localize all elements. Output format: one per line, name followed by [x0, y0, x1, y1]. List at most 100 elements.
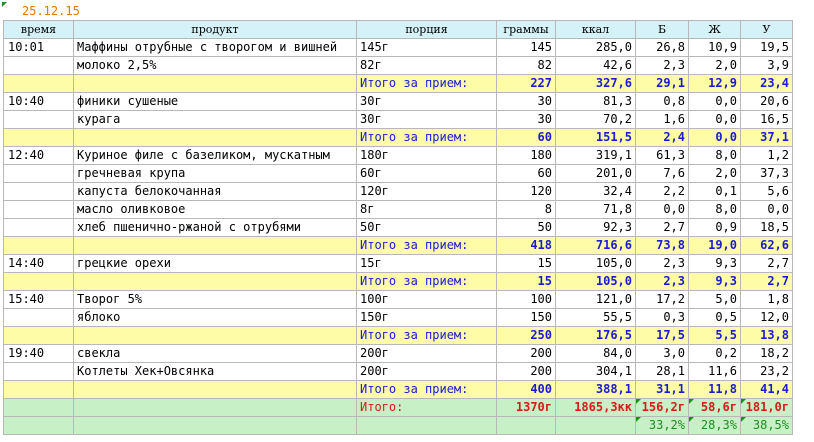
carbs[interactable]: 2,7	[740, 254, 793, 273]
subtotal-fat[interactable]: 0,0	[688, 128, 741, 147]
product-name[interactable]: свекла	[73, 344, 357, 363]
grams[interactable]: 50	[496, 218, 556, 237]
meal-time[interactable]	[3, 56, 74, 75]
subtotal-protein[interactable]: 29,1	[635, 74, 689, 93]
fat[interactable]: 2,0	[688, 164, 741, 183]
grams[interactable]: 15	[496, 254, 556, 273]
product-name[interactable]: гречневая крупа	[73, 164, 357, 183]
cell[interactable]	[73, 398, 357, 417]
grams[interactable]: 100	[496, 290, 556, 309]
carbs[interactable]: 19,5	[740, 38, 793, 57]
protein[interactable]: 0,0	[635, 200, 689, 219]
grams[interactable]: 200	[496, 344, 556, 363]
subtotal-carbs[interactable]: 2,7	[740, 272, 793, 291]
kcal[interactable]: 121,0	[555, 290, 636, 309]
portion[interactable]: 100г	[356, 290, 497, 309]
fat[interactable]: 10,9	[688, 38, 741, 57]
subtotal-label[interactable]: Итого за прием:	[356, 326, 497, 345]
fat[interactable]: 11,6	[688, 362, 741, 381]
meal-time[interactable]	[3, 164, 74, 183]
meal-time[interactable]	[3, 218, 74, 237]
carbs[interactable]: 3,9	[740, 56, 793, 75]
percent-carbs[interactable]: 38,5%	[740, 416, 793, 435]
grams[interactable]: 8	[496, 200, 556, 219]
cell[interactable]	[555, 416, 636, 435]
cell[interactable]	[73, 380, 357, 399]
protein[interactable]: 2,3	[635, 56, 689, 75]
portion[interactable]: 200г	[356, 344, 497, 363]
portion[interactable]: 180г	[356, 146, 497, 165]
carbs[interactable]: 1,2	[740, 146, 793, 165]
meal-time[interactable]	[3, 308, 74, 327]
fat[interactable]: 2,0	[688, 56, 741, 75]
header-portion[interactable]: порция	[356, 20, 497, 39]
carbs[interactable]: 5,6	[740, 182, 793, 201]
subtotal-protein[interactable]: 31,1	[635, 380, 689, 399]
header-time[interactable]: время	[3, 20, 74, 39]
product-name[interactable]: Творог 5%	[73, 290, 357, 309]
cell[interactable]	[73, 74, 357, 93]
subtotal-kcal[interactable]: 176,5	[555, 326, 636, 345]
cell[interactable]	[3, 398, 74, 417]
protein[interactable]: 2,3	[635, 254, 689, 273]
protein[interactable]: 61,3	[635, 146, 689, 165]
grams[interactable]: 145	[496, 38, 556, 57]
kcal[interactable]: 201,0	[555, 164, 636, 183]
fat[interactable]: 5,0	[688, 290, 741, 309]
subtotal-fat[interactable]: 11,8	[688, 380, 741, 399]
subtotal-grams[interactable]: 250	[496, 326, 556, 345]
portion[interactable]: 145г	[356, 38, 497, 57]
portion[interactable]: 30г	[356, 92, 497, 111]
subtotal-kcal[interactable]: 388,1	[555, 380, 636, 399]
meal-time[interactable]	[3, 182, 74, 201]
portion[interactable]: 50г	[356, 218, 497, 237]
subtotal-carbs[interactable]: 62,6	[740, 236, 793, 255]
cell[interactable]	[356, 416, 497, 435]
cell[interactable]	[3, 326, 74, 345]
product-name[interactable]: капуста белокочанная	[73, 182, 357, 201]
cell[interactable]	[3, 272, 74, 291]
carbs[interactable]: 12,0	[740, 308, 793, 327]
carbs[interactable]: 18,2	[740, 344, 793, 363]
portion[interactable]: 120г	[356, 182, 497, 201]
grand-total-grams[interactable]: 1370г	[496, 398, 556, 417]
subtotal-protein[interactable]: 2,3	[635, 272, 689, 291]
cell[interactable]	[73, 272, 357, 291]
product-name[interactable]: финики сушеные	[73, 92, 357, 111]
cell[interactable]	[3, 380, 74, 399]
grand-total-label[interactable]: Итого:	[356, 398, 497, 417]
protein[interactable]: 0,8	[635, 92, 689, 111]
subtotal-grams[interactable]: 15	[496, 272, 556, 291]
subtotal-carbs[interactable]: 23,4	[740, 74, 793, 93]
meal-time[interactable]	[3, 110, 74, 129]
subtotal-kcal[interactable]: 327,6	[555, 74, 636, 93]
grams[interactable]: 150	[496, 308, 556, 327]
carbs[interactable]: 1,8	[740, 290, 793, 309]
product-name[interactable]: хлеб пшенично-ржаной с отрубями	[73, 218, 357, 237]
carbs[interactable]: 0,0	[740, 200, 793, 219]
fat[interactable]: 0,9	[688, 218, 741, 237]
grand-total-carbs[interactable]: 181,0г	[740, 398, 793, 417]
portion[interactable]: 8г	[356, 200, 497, 219]
grand-total-fat[interactable]: 58,6г	[688, 398, 741, 417]
subtotal-label[interactable]: Итого за прием:	[356, 128, 497, 147]
meal-time[interactable]: 15:40	[3, 290, 74, 309]
grams[interactable]: 30	[496, 110, 556, 129]
portion[interactable]: 15г	[356, 254, 497, 273]
product-name[interactable]: Котлеты Хек+Овсянка	[73, 362, 357, 381]
meal-time[interactable]: 10:40	[3, 92, 74, 111]
meal-time[interactable]: 14:40	[3, 254, 74, 273]
kcal[interactable]: 71,8	[555, 200, 636, 219]
kcal[interactable]: 81,3	[555, 92, 636, 111]
protein[interactable]: 2,7	[635, 218, 689, 237]
meal-time[interactable]	[3, 362, 74, 381]
subtotal-grams[interactable]: 400	[496, 380, 556, 399]
fat[interactable]: 0,2	[688, 344, 741, 363]
portion[interactable]: 82г	[356, 56, 497, 75]
fat[interactable]: 0,0	[688, 110, 741, 129]
subtotal-label[interactable]: Итого за прием:	[356, 236, 497, 255]
subtotal-fat[interactable]: 9,3	[688, 272, 741, 291]
kcal[interactable]: 319,1	[555, 146, 636, 165]
cell[interactable]	[73, 128, 357, 147]
subtotal-carbs[interactable]: 37,1	[740, 128, 793, 147]
